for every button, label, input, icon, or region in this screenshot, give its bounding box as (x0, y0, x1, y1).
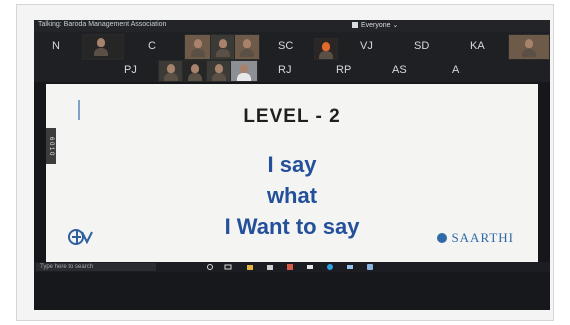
participant-body (522, 49, 536, 57)
participant-tile-vj[interactable]: VJ (360, 40, 373, 52)
saarthi-logo-text: SAARTHI (451, 230, 514, 245)
participant-tile-sd[interactable]: SD (414, 40, 429, 52)
participant-body (216, 49, 230, 57)
mail-icon[interactable] (306, 263, 314, 271)
participant-tile-a[interactable]: A (452, 64, 459, 76)
slide-line-2: what (266, 183, 318, 208)
participant-body (191, 49, 205, 57)
search-icon[interactable] (206, 263, 214, 271)
participant-tile-sc[interactable]: SC (278, 40, 293, 52)
participant-tile-ka[interactable]: KA (470, 40, 485, 52)
view-menu-button[interactable]: Everyone ⌄ (352, 21, 398, 29)
saarthi-logo: SAARTHI (437, 230, 514, 246)
participant-video[interactable] (234, 34, 260, 60)
participant-video[interactable] (314, 38, 338, 60)
participant-body (94, 48, 108, 56)
participant-body (319, 51, 333, 59)
slide-level-heading: LEVEL - 2 (243, 106, 341, 127)
participant-tile-rj[interactable]: RJ (278, 64, 291, 76)
participant-tile-n[interactable]: N (52, 40, 60, 52)
participant-body (212, 73, 226, 81)
participant-video[interactable] (158, 60, 184, 82)
monitor-bezel (34, 272, 550, 310)
participant-body (237, 73, 251, 81)
participant-face (219, 39, 227, 48)
zoom-meeting-window: Talking: Baroda Management Association E… (34, 20, 550, 310)
participant-body (164, 73, 178, 81)
association-logo (68, 229, 93, 245)
participant-face (243, 39, 251, 48)
participant-video[interactable] (82, 34, 124, 60)
file-explorer-icon[interactable] (246, 263, 254, 271)
view-menu-label: Everyone (361, 22, 391, 29)
participant-face (97, 38, 105, 47)
participant-face (167, 64, 175, 73)
photos-icon[interactable] (346, 263, 354, 271)
participant-tile-rp[interactable]: RP (336, 64, 351, 76)
participant-face (240, 64, 248, 73)
shared-slide: 6 0 1 0 LEVEL - 2 I say what I Want to s… (46, 84, 538, 262)
store-icon[interactable] (266, 263, 274, 271)
calendar-icon[interactable] (286, 263, 294, 271)
taskbar-search-box[interactable]: Type here to search (36, 263, 156, 271)
participant-video[interactable] (230, 60, 258, 82)
participant-face (322, 42, 330, 51)
participant-face (191, 64, 199, 73)
participant-face (525, 39, 533, 48)
zoom-top-bar: Talking: Baroda Management Association E… (34, 20, 550, 32)
participant-video[interactable] (206, 60, 232, 82)
slide-line-1: I say (267, 152, 317, 177)
zoom-icon[interactable] (366, 263, 374, 271)
participant-strip: N C SC VJ SD KA PJ RJ RP AS A (34, 32, 550, 82)
participant-video[interactable] (210, 34, 236, 60)
participant-video[interactable] (508, 34, 550, 60)
participant-body (188, 73, 202, 81)
participant-tile-c[interactable]: C (148, 40, 156, 52)
edge-icon[interactable] (326, 263, 334, 271)
participant-face (215, 64, 223, 73)
participant-tile-pj[interactable]: PJ (124, 64, 137, 76)
grid-view-icon (352, 22, 358, 28)
windows-taskbar: Type here to search (34, 262, 550, 272)
participant-video[interactable] (182, 60, 208, 82)
task-view-icon[interactable] (224, 263, 232, 271)
participant-video[interactable] (184, 34, 212, 60)
saarthi-logo-icon (437, 233, 448, 243)
participant-face (194, 39, 202, 48)
participant-tile-as[interactable]: AS (392, 64, 407, 76)
active-speaker-label: Talking: Baroda Management Association (38, 21, 167, 28)
participant-body (240, 49, 254, 57)
